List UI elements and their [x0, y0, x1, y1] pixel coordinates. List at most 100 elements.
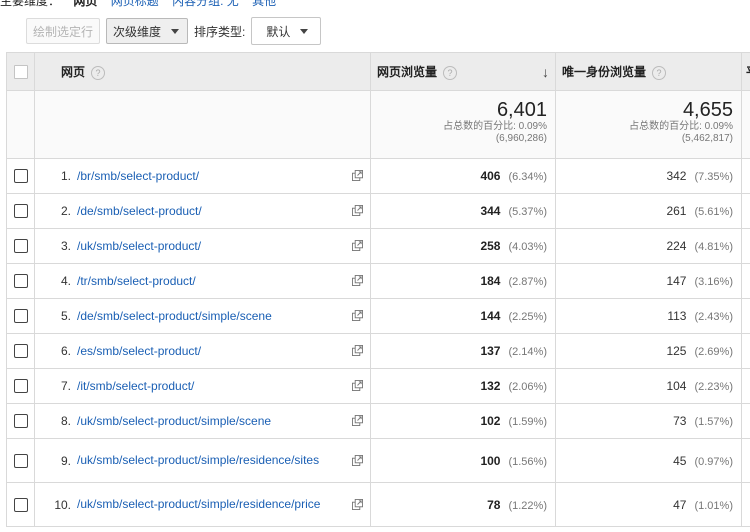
row-checkbox[interactable] [13, 344, 28, 358]
pageviews-cell: 406 (6.34%) [370, 158, 556, 194]
pageviews-value: 100 [480, 453, 501, 468]
pageviews-value: 137 [480, 344, 501, 358]
pageviews-pct: (1.22%) [508, 499, 547, 512]
row-checkbox[interactable] [13, 239, 28, 253]
open-in-new-window-icon[interactable] [352, 454, 363, 466]
column-header-next[interactable]: 平 [741, 52, 750, 91]
next-column-cell [741, 368, 750, 404]
pageviews-value: 78 [487, 497, 501, 512]
row-checkbox-cell [6, 368, 35, 404]
unique-pageviews-value: 104 [666, 379, 687, 393]
row-index: 8. [60, 414, 71, 428]
row-index: 2. [60, 204, 71, 218]
unique-pageviews-value: 47 [673, 497, 687, 512]
open-in-new-window-icon[interactable] [352, 170, 363, 181]
totals-pageviews-pct: 占总数的百分比: 0.09% [443, 121, 547, 132]
row-checkbox[interactable] [13, 414, 28, 428]
row-checkbox-cell [6, 158, 35, 194]
table-row: 10. /uk/smb/select-product/simple/reside… [6, 482, 750, 527]
page-link[interactable]: /de/smb/select-product/simple/scene [71, 309, 296, 323]
row-checkbox[interactable] [13, 497, 28, 512]
page-link[interactable]: /de/smb/select-product/ [71, 204, 226, 218]
row-checkbox-cell [6, 333, 35, 369]
column-header-pageviews[interactable]: 网页浏览量? ↓ [370, 52, 556, 91]
open-in-new-window-icon[interactable] [352, 415, 363, 426]
page-cell: 8. /uk/smb/select-product/simple/scene [34, 403, 371, 439]
help-circle-icon[interactable]: ? [652, 65, 667, 80]
pageviews-cell: 78 (1.22%) [370, 482, 556, 527]
page-cell: 5. /de/smb/select-product/simple/scene [34, 298, 371, 334]
row-checkbox[interactable] [13, 274, 28, 288]
pageviews-pct: (1.59%) [508, 416, 547, 428]
row-index: 6. [60, 344, 71, 358]
sort-type-dropdown[interactable]: 默认 [251, 17, 322, 45]
row-checkbox[interactable] [13, 204, 28, 218]
unique-pageviews-pct: (5.61%) [694, 206, 733, 218]
next-column-cell [741, 298, 750, 334]
page-link[interactable]: /uk/smb/select-product/simple/residence/… [71, 498, 344, 511]
pageviews-cell: 132 (2.06%) [370, 368, 556, 404]
row-checkbox[interactable] [13, 453, 28, 468]
select-all-header [6, 52, 35, 91]
row-index: 5. [60, 309, 71, 323]
totals-empty-cell [34, 90, 371, 159]
row-index: 1. [60, 169, 71, 183]
row-checkbox[interactable] [13, 309, 28, 323]
caret-down-icon [300, 29, 309, 34]
help-circle-icon[interactable]: ? [443, 65, 458, 80]
column-header-unique-pageviews[interactable]: 唯一身份浏览量? [555, 52, 742, 91]
secondary-dimension-dropdown[interactable]: 次级维度 [106, 18, 189, 44]
row-index: 9. [60, 453, 71, 468]
table-row: 1. /br/smb/select-product/ 406 (6.34%) 34… [6, 158, 750, 194]
arrow-down-icon: ↓ [542, 64, 549, 80]
open-in-new-window-icon[interactable] [352, 380, 363, 391]
row-checkbox[interactable] [13, 379, 28, 393]
page-link[interactable]: /uk/smb/select-product/ [71, 239, 225, 253]
open-in-new-window-icon[interactable] [352, 310, 363, 321]
column-header-page[interactable]: 网页? [34, 52, 371, 91]
table-row: 8. /uk/smb/select-product/simple/scene 1… [6, 403, 750, 439]
row-checkbox-cell [6, 298, 35, 334]
row-index: 7. [60, 379, 71, 393]
primary-dimension-content-group-link[interactable]: 内容分组: 无 [172, 0, 239, 8]
help-circle-icon[interactable]: ? [91, 65, 106, 80]
open-in-new-window-icon[interactable] [352, 205, 363, 216]
next-column-cell [741, 482, 750, 527]
next-column-cell [741, 403, 750, 439]
unique-pageviews-pct: (3.16%) [694, 276, 733, 288]
pageviews-pct: (4.03%) [508, 241, 547, 253]
open-in-new-window-icon[interactable] [352, 345, 363, 356]
primary-dimension-page-title-link[interactable]: 网页标题 [111, 0, 159, 8]
page-link[interactable]: /es/smb/select-product/ [71, 344, 225, 358]
primary-dimension-current[interactable]: 网页 [73, 0, 97, 8]
page-cell: 6. /es/smb/select-product/ [34, 333, 371, 369]
pageviews-pct: (6.34%) [508, 171, 547, 183]
unique-pageviews-cell: 45 (0.97%) [555, 438, 742, 483]
row-checkbox-cell [6, 438, 35, 483]
open-in-new-window-icon[interactable] [352, 498, 363, 510]
next-column-cell [741, 193, 750, 229]
column-header-unique-pageviews-label: 唯一身份浏览量 [562, 65, 647, 79]
pageviews-pct: (2.06%) [508, 381, 547, 393]
select-all-checkbox[interactable] [13, 64, 28, 79]
page-link[interactable]: /it/smb/select-product/ [71, 379, 218, 393]
page-cell: 1. /br/smb/select-product/ [34, 158, 371, 194]
page-link[interactable]: /tr/smb/select-product/ [71, 274, 220, 288]
unique-pageviews-pct: (1.01%) [694, 499, 733, 512]
totals-empty-cell [6, 90, 35, 159]
open-in-new-window-icon[interactable] [352, 275, 363, 286]
page-cell: 2. /de/smb/select-product/ [34, 193, 371, 229]
sort-type-label: 排序类型: [194, 24, 246, 39]
row-checkbox[interactable] [13, 169, 28, 183]
unique-pageviews-cell: 73 (1.57%) [555, 403, 742, 439]
page-link[interactable]: /uk/smb/select-product/simple/scene [71, 414, 295, 428]
primary-dimension-other-link[interactable]: 其他 [252, 0, 276, 8]
unique-pageviews-pct: (7.35%) [694, 171, 733, 183]
unique-pageviews-cell: 104 (2.23%) [555, 368, 742, 404]
plot-rows-button[interactable]: 绘制选定行 [26, 18, 101, 44]
page-link[interactable]: /br/smb/select-product/ [71, 169, 223, 183]
page-link[interactable]: /uk/smb/select-product/simple/residence/… [71, 454, 343, 467]
caret-down-icon [171, 29, 180, 34]
open-in-new-window-icon[interactable] [352, 240, 363, 251]
pageviews-pct: (1.56%) [508, 455, 547, 468]
